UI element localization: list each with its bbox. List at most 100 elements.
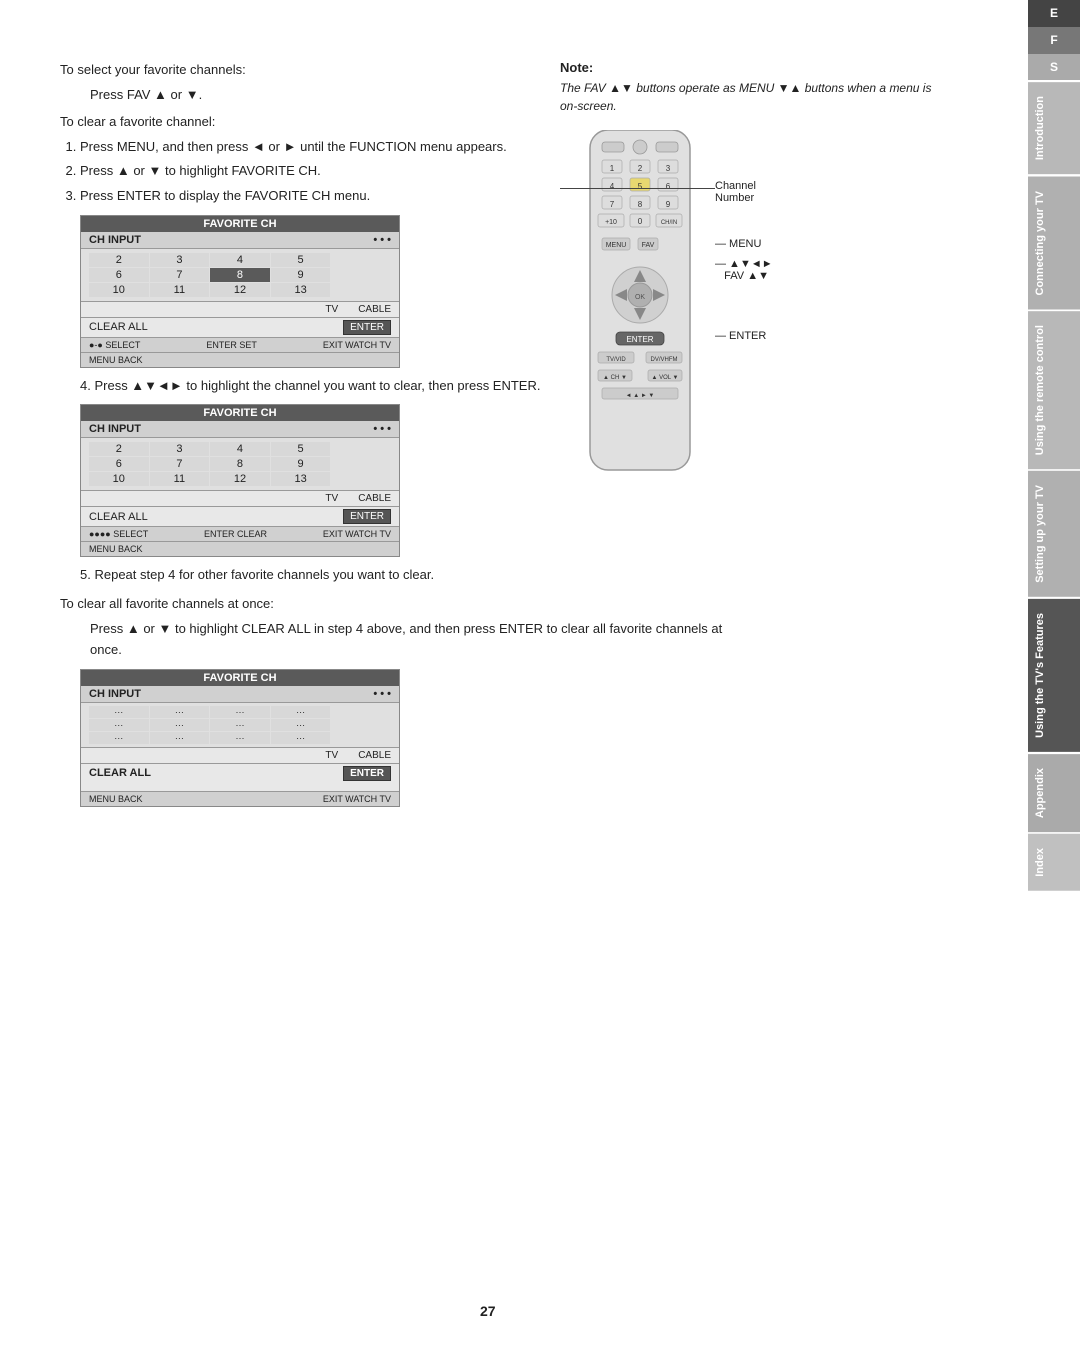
fav-cell-xxx: ··· — [210, 719, 270, 731]
svg-text:4: 4 — [610, 182, 615, 191]
fav-cell: 3 — [150, 253, 210, 267]
fav-arrows-label: — ▲▼◄► FAV ▲▼ — [715, 258, 773, 282]
svg-text:9: 9 — [666, 200, 671, 209]
note-title: Note: — [560, 60, 940, 75]
fav-cell: 5 — [271, 442, 331, 456]
remote-svg: 1 2 3 4 5 6 7 8 9 +10 0 CH/IN MENU FAV — [560, 130, 720, 490]
fav-footer-menu-3: MENU BACK EXIT WATCH TV — [81, 791, 399, 806]
svg-text:2: 2 — [638, 164, 643, 173]
fav-footer-menu-1: MENU BACK — [81, 352, 399, 367]
fav-cell-empty — [331, 268, 391, 282]
fav-cell-xxx: ··· — [210, 732, 270, 744]
fav-footer-2: ●●●● SELECT ENTER CLEAR EXIT WATCH TV — [81, 526, 399, 541]
menu-label: — MENU — [715, 238, 761, 250]
sidebar-top-f: F — [1028, 27, 1080, 54]
sidebar-tab-setting-up[interactable]: Setting up your TV — [1028, 471, 1080, 597]
fav-grid-1: 2 3 4 5 6 7 8 9 10 11 12 13 — [81, 249, 399, 301]
right-sidebar: E F S Introduction Connecting your TV Us… — [1028, 0, 1080, 1349]
svg-text:7: 7 — [610, 200, 615, 209]
page-number: 27 — [480, 1303, 496, 1319]
svg-text:DV/VHFM: DV/VHFM — [651, 357, 678, 363]
fav-tv-cable-3: TV CABLE — [81, 747, 399, 763]
fav-header-3: CH INPUT • • • — [81, 686, 399, 703]
fav-header-2: CH INPUT • • • — [81, 421, 399, 438]
fav-cell-empty — [331, 472, 391, 486]
fav-cell: 6 — [89, 268, 149, 282]
svg-text:1: 1 — [610, 164, 615, 173]
sidebar-tab-introduction[interactable]: Introduction — [1028, 82, 1080, 174]
fav-tv-cable-2: TV CABLE — [81, 490, 399, 506]
fav-cell-xxx: ··· — [271, 706, 331, 718]
svg-text:◄ ▲ ► ▼: ◄ ▲ ► ▼ — [626, 393, 655, 399]
svg-text:0: 0 — [638, 217, 643, 226]
fav-cell-empty — [331, 253, 391, 267]
fav-cell: 6 — [89, 457, 149, 471]
fav-title-2: FAVORITE CH — [81, 405, 399, 421]
svg-text:OK: OK — [635, 294, 645, 301]
sidebar-tab-index[interactable]: Index — [1028, 834, 1080, 891]
fav-cell: 9 — [271, 268, 331, 282]
svg-text:5: 5 — [638, 182, 643, 191]
fav-cell: 2 — [89, 442, 149, 456]
sidebar-tab-appendix[interactable]: Appendix — [1028, 754, 1080, 832]
fav-cell-xxx: ··· — [271, 732, 331, 744]
fav-grid-3: ··· ··· ··· ··· ··· ··· ··· ··· ··· ··· … — [81, 703, 399, 747]
channel-number-label: ChannelNumber — [715, 180, 756, 204]
fav-cell-empty — [331, 442, 391, 456]
note-text: The FAV ▲▼ buttons operate as MENU ▼▲ bu… — [560, 79, 940, 115]
favorite-ch-table-2: FAVORITE CH CH INPUT • • • 2 3 4 5 6 7 8… — [80, 404, 400, 557]
svg-text:6: 6 — [666, 182, 671, 191]
svg-text:▲ CH ▼: ▲ CH ▼ — [603, 375, 627, 381]
fav-clear-row-1: CLEAR ALL ENTER — [81, 317, 399, 337]
fav-cell: 12 — [210, 283, 270, 297]
fav-cell: 2 — [89, 253, 149, 267]
fav-cell: 10 — [89, 283, 149, 297]
fav-cell: 5 — [271, 253, 331, 267]
fav-cell-xxx: ··· — [89, 732, 149, 744]
favorite-ch-table-3: FAVORITE CH CH INPUT • • • ··· ··· ··· ·… — [80, 669, 400, 807]
enter-label: — ENTER — [715, 330, 766, 342]
svg-text:FAV: FAV — [642, 242, 655, 249]
fav-cell: 4 — [210, 442, 270, 456]
favorite-ch-table-1: FAVORITE CH CH INPUT • • • 2 3 4 5 6 7 8… — [80, 215, 400, 368]
svg-text:+10: +10 — [605, 219, 617, 226]
svg-text:▲ VOL ▼: ▲ VOL ▼ — [652, 375, 679, 381]
fav-title-1: FAVORITE CH — [81, 216, 399, 232]
fav-cell-xxx: ··· — [150, 719, 210, 731]
fav-tv-cable-1: TV CABLE — [81, 301, 399, 317]
channel-number-line — [560, 188, 715, 189]
svg-text:CH/IN: CH/IN — [661, 220, 677, 226]
fav-cell: 8 — [210, 457, 270, 471]
step-5: 5. Repeat step 4 for other favorite chan… — [80, 565, 740, 586]
svg-text:TV/VID: TV/VID — [606, 357, 626, 363]
fav-cell: 13 — [271, 472, 331, 486]
fav-clear-row-3: CLEAR ALL ENTER — [81, 763, 399, 783]
fav-cell: 11 — [150, 283, 210, 297]
fav-cell-xxx: ··· — [150, 706, 210, 718]
svg-text:MENU: MENU — [606, 242, 627, 249]
fav-footer-menu-2: MENU BACK — [81, 541, 399, 556]
remote-illustration: 1 2 3 4 5 6 7 8 9 +10 0 CH/IN MENU FAV — [560, 130, 720, 493]
fav-clear-row-2: CLEAR ALL ENTER — [81, 506, 399, 526]
sidebar-tab-connecting[interactable]: Connecting your TV — [1028, 177, 1080, 310]
fav-cell-empty — [331, 283, 391, 297]
note-section: Note: The FAV ▲▼ buttons operate as MENU… — [560, 60, 940, 115]
fav-header-1: CH INPUT • • • — [81, 232, 399, 249]
fav-cell-xxx: ··· — [150, 732, 210, 744]
fav-cell: 9 — [271, 457, 331, 471]
sidebar-top-e: E — [1028, 0, 1080, 27]
sidebar-tab-remote-control[interactable]: Using the remote control — [1028, 311, 1080, 469]
fav-cell: 3 — [150, 442, 210, 456]
fav-cell: 12 — [210, 472, 270, 486]
fav-cell-xxx: ··· — [210, 706, 270, 718]
fav-cell-empty — [331, 457, 391, 471]
fav-cell: 7 — [150, 268, 210, 282]
fav-footer-1: ●-● SELECT ENTER SET EXIT WATCH TV — [81, 337, 399, 352]
sidebar-tab-features[interactable]: Using the TV's Features — [1028, 599, 1080, 752]
fav-cell-xxx: ··· — [89, 706, 149, 718]
fav-cell: 4 — [210, 253, 270, 267]
fav-cell: 13 — [271, 283, 331, 297]
fav-title-3: FAVORITE CH — [81, 670, 399, 686]
fav-cell: 10 — [89, 472, 149, 486]
fav-cell-xxx: ··· — [271, 719, 331, 731]
